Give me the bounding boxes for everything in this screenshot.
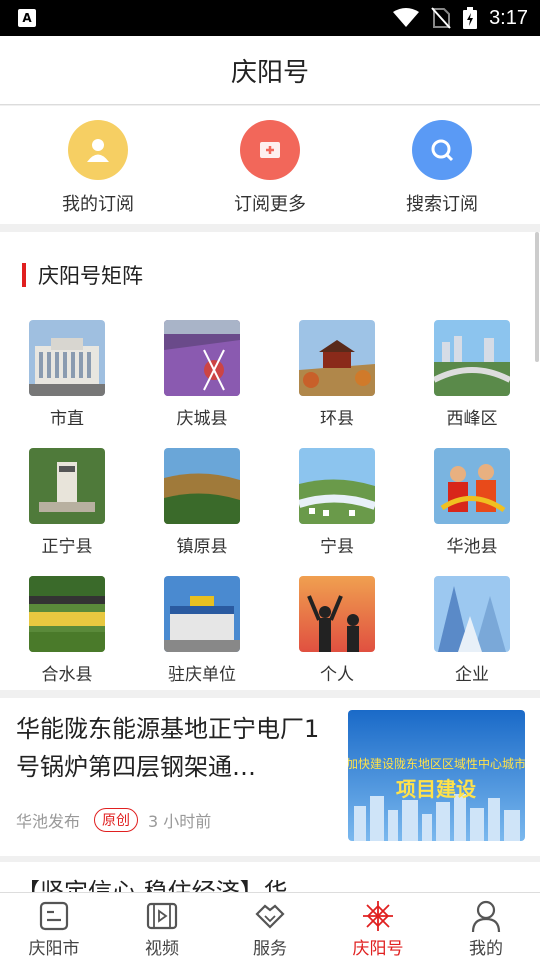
item-name: 合水县 — [41, 665, 93, 685]
handshake-icon — [216, 899, 324, 933]
thumbnail-caption-bottom: 项目建设 — [396, 777, 476, 801]
wifi-icon — [393, 8, 420, 27]
matrix-item-zhuqing[interactable]: 驻庆单位 — [152, 576, 252, 685]
matrix-item-zhengning[interactable]: 正宁县 — [17, 448, 117, 557]
thumbnail — [164, 576, 240, 652]
matrix-item-shizhi[interactable]: 市直 — [17, 320, 117, 429]
scrollbar[interactable] — [535, 232, 539, 362]
thumbnail — [299, 576, 375, 652]
thumbnail — [434, 448, 510, 524]
thumbnail — [299, 320, 375, 396]
item-name: 市直 — [50, 409, 84, 429]
tab-label: 服务 — [253, 939, 287, 959]
news-meta: 华池发布 原创 3 小时前 — [16, 808, 211, 832]
battery-icon — [463, 7, 478, 29]
section-title-text: 庆阳号矩阵 — [38, 264, 143, 288]
matrix-item-huanxian[interactable]: 环县 — [287, 320, 387, 429]
item-name: 环县 — [320, 409, 354, 429]
matrix-item-heshui[interactable]: 合水县 — [17, 576, 117, 685]
item-name: 宁县 — [320, 537, 354, 557]
matrix-item-xifeng[interactable]: 西峰区 — [422, 320, 522, 429]
my-subscriptions-button[interactable]: 我的订阅 — [28, 120, 168, 216]
news-icon — [0, 899, 108, 933]
matrix-item-geren[interactable]: 个人 — [287, 576, 387, 685]
tab-label: 视频 — [145, 939, 179, 959]
notification-icon: A — [18, 9, 36, 27]
news-thumbnail: 加快建设陇东地区区域性中心城市 项目建设 — [348, 710, 525, 841]
bottom-tab-bar: 庆阳市 视频 服务 庆阳号 我的 — [0, 892, 540, 960]
news-source: 华池发布 — [16, 812, 81, 831]
clock: 3:17 — [489, 6, 528, 29]
tab-label: 庆阳号 — [352, 939, 404, 959]
search-subscriptions-button[interactable]: 搜索订阅 — [372, 120, 512, 216]
item-name: 西峰区 — [446, 409, 498, 429]
tab-qingyang-hao[interactable]: 庆阳号 — [324, 893, 432, 960]
item-name: 庆城县 — [176, 409, 228, 429]
status-bar: A 3:17 — [0, 0, 540, 36]
matrix-item-huachi[interactable]: 华池县 — [422, 448, 522, 557]
video-icon — [108, 899, 216, 933]
tab-qingyang-city[interactable]: 庆阳市 — [0, 893, 108, 960]
thumbnail — [299, 448, 375, 524]
original-badge: 原创 — [94, 808, 139, 832]
emblem-icon — [324, 899, 432, 933]
thumbnail — [164, 448, 240, 524]
section-accent-bar — [22, 263, 26, 287]
tab-services[interactable]: 服务 — [216, 893, 324, 960]
profile-icon — [432, 899, 540, 933]
news-time: 3 小时前 — [148, 812, 212, 831]
tab-video[interactable]: 视频 — [108, 893, 216, 960]
matrix-item-qiye[interactable]: 企业 — [422, 576, 522, 685]
tab-label: 我的 — [469, 939, 503, 959]
app-header: 庆阳号 — [0, 36, 540, 105]
user-icon — [68, 120, 128, 180]
item-name: 驻庆单位 — [168, 665, 236, 685]
thumbnail-caption-top: 加快建设陇东地区区域性中心城市 — [348, 756, 525, 771]
item-name: 企业 — [455, 665, 489, 685]
plus-icon — [240, 120, 300, 180]
item-name: 个人 — [320, 665, 354, 685]
news-headline: 华能陇东能源基地正宁电厂1号锅炉第四层钢架通… — [16, 715, 320, 781]
tab-label: 庆阳市 — [28, 939, 80, 959]
qingyang-matrix-section: 庆阳号矩阵 市直 庆城县 环县 西峰区 正宁县 镇原县 宁县 华池县 合水县 驻… — [0, 232, 540, 690]
my-subscriptions-label: 我的订阅 — [62, 194, 134, 215]
thumbnail — [434, 320, 510, 396]
thumbnail — [29, 320, 105, 396]
thumbnail — [29, 576, 105, 652]
thumbnail — [434, 576, 510, 652]
section-title: 庆阳号矩阵 — [22, 260, 143, 290]
subscribe-more-button[interactable]: 订阅更多 — [200, 120, 340, 216]
matrix-item-zhenyuan[interactable]: 镇原县 — [152, 448, 252, 557]
page-title: 庆阳号 — [230, 57, 309, 88]
thumbnail — [29, 448, 105, 524]
thumbnail — [164, 320, 240, 396]
matrix-item-ningxian[interactable]: 宁县 — [287, 448, 387, 557]
search-subscriptions-label: 搜索订阅 — [406, 194, 478, 215]
tab-mine[interactable]: 我的 — [432, 893, 540, 960]
matrix-item-qingcheng[interactable]: 庆城县 — [152, 320, 252, 429]
item-name: 镇原县 — [176, 537, 228, 557]
quick-actions: 我的订阅 订阅更多 搜索订阅 — [0, 106, 540, 224]
item-name: 正宁县 — [41, 537, 93, 557]
search-icon — [412, 120, 472, 180]
no-sim-icon — [431, 7, 451, 29]
item-name: 华池县 — [446, 537, 498, 557]
news-card[interactable]: 华能陇东能源基地正宁电厂1号锅炉第四层钢架通… 华池发布 原创 3 小时前 加快… — [0, 698, 540, 856]
subscribe-more-label: 订阅更多 — [234, 194, 306, 215]
